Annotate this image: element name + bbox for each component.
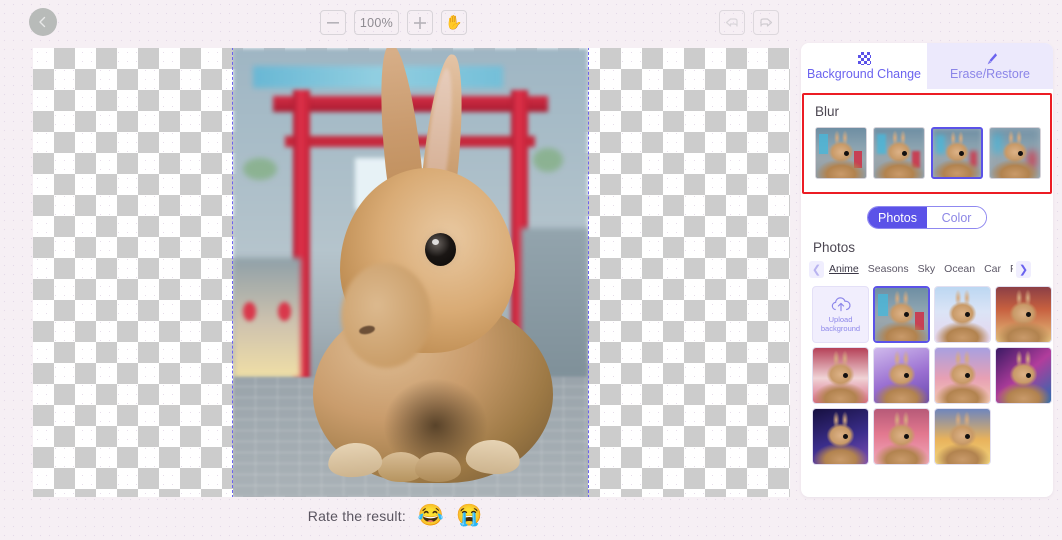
- category-car[interactable]: Car: [982, 263, 1003, 275]
- photo-option-3[interactable]: [812, 347, 869, 404]
- blur-section-highlighted: Blur: [802, 93, 1052, 194]
- zoom-out-button[interactable]: [320, 10, 346, 35]
- panel-tabs: Background Change Erase/Restore: [801, 43, 1053, 89]
- zoom-controls: 100% ✋: [320, 10, 467, 35]
- blur-thumb-1[interactable]: [873, 127, 925, 179]
- image-selection-frame[interactable]: [232, 48, 589, 497]
- upload-background-label: Upload background: [820, 314, 861, 333]
- category-sky[interactable]: Sky: [916, 263, 938, 275]
- back-button[interactable]: [29, 8, 57, 36]
- photo-option-6[interactable]: [995, 347, 1052, 404]
- photos-title: Photos: [813, 240, 856, 255]
- photo-option-9[interactable]: [934, 408, 991, 465]
- image-canvas[interactable]: [33, 48, 790, 497]
- mode-toggle-wrap: Photos Color: [801, 206, 1053, 229]
- photo-option-0[interactable]: [873, 286, 930, 343]
- undo-arrow-icon: [725, 18, 738, 27]
- photo-option-5[interactable]: [934, 347, 991, 404]
- blur-thumb-3[interactable]: [989, 127, 1041, 179]
- tab-erase-restore[interactable]: Erase/Restore: [927, 43, 1053, 89]
- tab-erase-restore-label: Erase/Restore: [950, 66, 1030, 81]
- category-flowers[interactable]: Flow: [1008, 263, 1013, 275]
- redo-arrow-icon: [760, 18, 773, 27]
- rabbit-paw-mid-right: [415, 452, 461, 482]
- checkerboard-icon: [857, 52, 871, 66]
- zoom-in-button[interactable]: [407, 10, 433, 35]
- category-nav: ❮ Anime Seasons Sky Ocean Car Flow ❯: [809, 260, 1053, 278]
- zoom-level-display[interactable]: 100%: [354, 10, 399, 35]
- cloud-upload-icon: [831, 297, 850, 312]
- toggle-color[interactable]: Color: [927, 207, 986, 228]
- plus-icon: [414, 16, 426, 29]
- blur-thumb-2[interactable]: [931, 127, 983, 179]
- undo-button[interactable]: [719, 10, 745, 35]
- rabbit-subject: [233, 48, 588, 497]
- hand-icon: ✋: [445, 14, 463, 30]
- chevron-left-icon: [39, 16, 46, 28]
- chevron-left-icon: ❮: [811, 263, 822, 276]
- toggle-photos[interactable]: Photos: [868, 207, 927, 228]
- tab-background-change[interactable]: Background Change: [801, 43, 927, 89]
- photo-option-1[interactable]: [934, 286, 991, 343]
- category-prev-button[interactable]: ❮: [809, 260, 824, 278]
- chevron-right-icon: ❯: [1018, 263, 1029, 276]
- rabbit-cheek: [341, 263, 431, 368]
- category-seasons[interactable]: Seasons: [866, 263, 911, 275]
- redo-button[interactable]: [753, 10, 779, 35]
- rating-bar: Rate the result: 😂 😭: [0, 505, 790, 526]
- rate-sad-button[interactable]: 😭: [456, 505, 482, 526]
- rabbit-eye: [425, 233, 456, 266]
- category-next-button[interactable]: ❯: [1016, 260, 1031, 278]
- category-anime[interactable]: Anime: [827, 263, 861, 275]
- photo-option-4[interactable]: [873, 347, 930, 404]
- photo-option-8[interactable]: [873, 408, 930, 465]
- photos-color-toggle: Photos Color: [867, 206, 987, 229]
- photo-option-7[interactable]: [812, 408, 869, 465]
- photo-option-2[interactable]: [995, 286, 1052, 343]
- blur-title: Blur: [815, 104, 840, 119]
- brush-icon: [983, 52, 998, 66]
- blur-thumb-0[interactable]: [815, 127, 867, 179]
- rating-label: Rate the result:: [307, 507, 406, 524]
- rate-happy-button[interactable]: 😂: [418, 505, 444, 526]
- tab-background-change-label: Background Change: [807, 66, 921, 81]
- background-photo-grid: Upload background: [812, 286, 1053, 465]
- top-toolbar: 100% ✋: [0, 0, 1062, 44]
- history-controls: [719, 10, 779, 35]
- tools-panel: Background Change Erase/Restore Blur Pho…: [801, 43, 1053, 497]
- pan-tool-button[interactable]: ✋: [441, 10, 467, 35]
- upload-background-button[interactable]: Upload background: [812, 286, 869, 343]
- category-list: Anime Seasons Sky Ocean Car Flow: [827, 263, 1013, 275]
- category-ocean[interactable]: Ocean: [942, 263, 977, 275]
- minus-icon: [327, 21, 339, 24]
- blur-thumbnails: [815, 127, 1050, 179]
